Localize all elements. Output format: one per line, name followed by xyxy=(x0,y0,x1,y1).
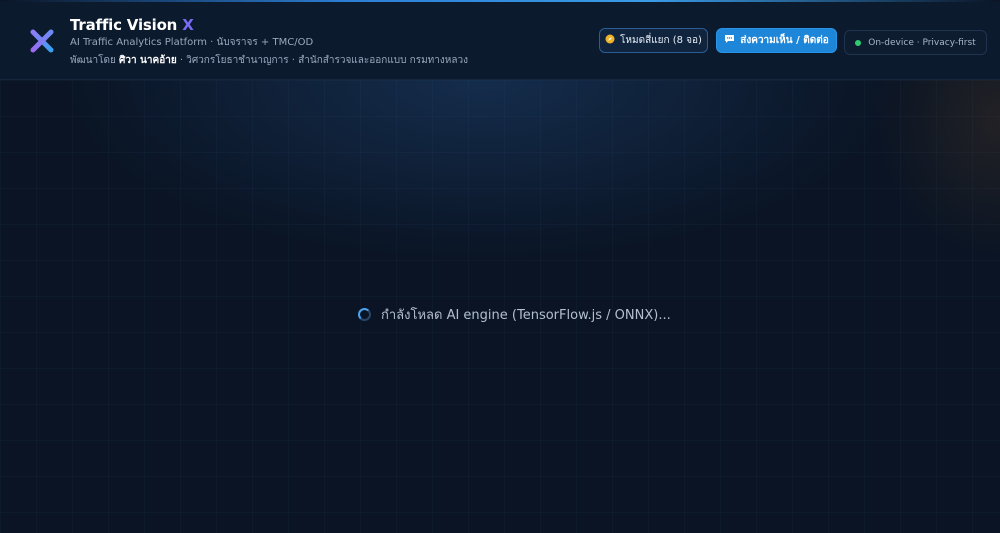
status-label: On-device · Privacy-first xyxy=(868,37,976,48)
chat-bubble-icon xyxy=(724,34,735,47)
split-mode-label: โหมดสี่แยก (8 จอ) xyxy=(620,35,702,46)
feedback-label: ส่งความเห็น / ติดต่อ xyxy=(740,35,829,46)
spinner-icon xyxy=(358,308,371,321)
split-mode-button[interactable]: โหมดสี่แยก (8 จอ) xyxy=(599,28,708,53)
privacy-status-badge: On-device · Privacy-first xyxy=(844,30,987,55)
main-canvas: กำลังโหลด AI engine (TensorFlow.js / ONN… xyxy=(0,80,1000,533)
loading-indicator: กำลังโหลด AI engine (TensorFlow.js / ONN… xyxy=(358,304,671,325)
credit-suffix: · วิศวกรโยธาชำนาญการ · สำนักสำรวจและออกแ… xyxy=(179,55,468,66)
app-subtitle: AI Traffic Analytics Platform · นับจราจร… xyxy=(70,37,314,48)
app-title: Traffic Vision X xyxy=(70,15,468,35)
status-dot-icon xyxy=(855,39,862,46)
compass-icon xyxy=(605,34,615,47)
credit-prefix: พัฒนาโดย xyxy=(70,55,116,66)
app-header: Traffic Vision X AI Traffic Analytics Pl… xyxy=(0,2,1000,80)
brand-mark: X xyxy=(182,16,194,34)
developer-credit: พัฒนาโดย ศิวา นาคอ้าย · วิศวกรโยธาชำนาญก… xyxy=(70,54,468,68)
feedback-button[interactable]: ส่งความเห็น / ติดต่อ xyxy=(716,28,837,53)
loading-text: กำลังโหลด AI engine (TensorFlow.js / ONN… xyxy=(381,308,671,323)
brand-block: Traffic Vision X AI Traffic Analytics Pl… xyxy=(70,15,468,68)
credit-name: ศิวา นาคอ้าย xyxy=(119,55,177,66)
brand-name: Traffic Vision xyxy=(70,16,178,34)
traffic-vision-logo-icon xyxy=(30,29,54,53)
